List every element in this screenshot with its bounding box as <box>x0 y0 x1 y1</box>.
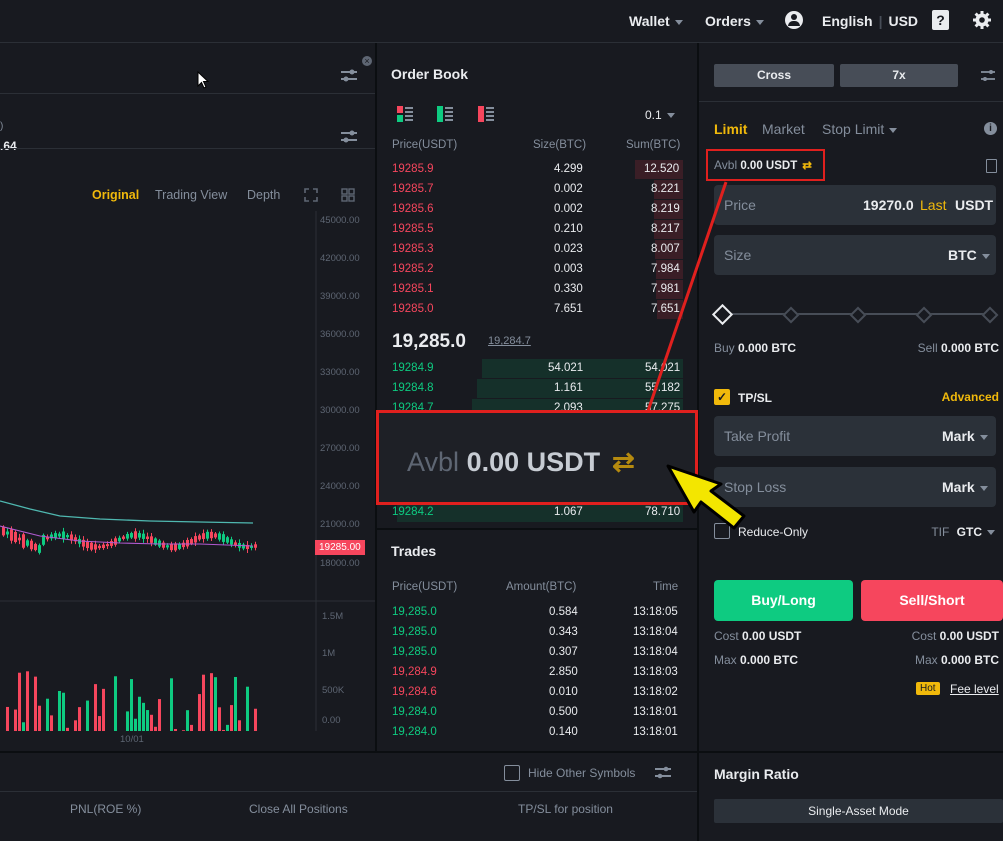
transfer-icon: ⇄ <box>612 447 635 477</box>
zoom-avbl-value: 0.00 USDT <box>466 447 601 477</box>
pointer-arrow-icon <box>666 464 746 530</box>
zoom-avbl-label: Avbl <box>407 447 460 477</box>
zoom-callout: Avbl 0.00 USDT ⇄ <box>376 410 698 505</box>
zoom-avbl: Avbl 0.00 USDT ⇄ <box>407 447 635 478</box>
